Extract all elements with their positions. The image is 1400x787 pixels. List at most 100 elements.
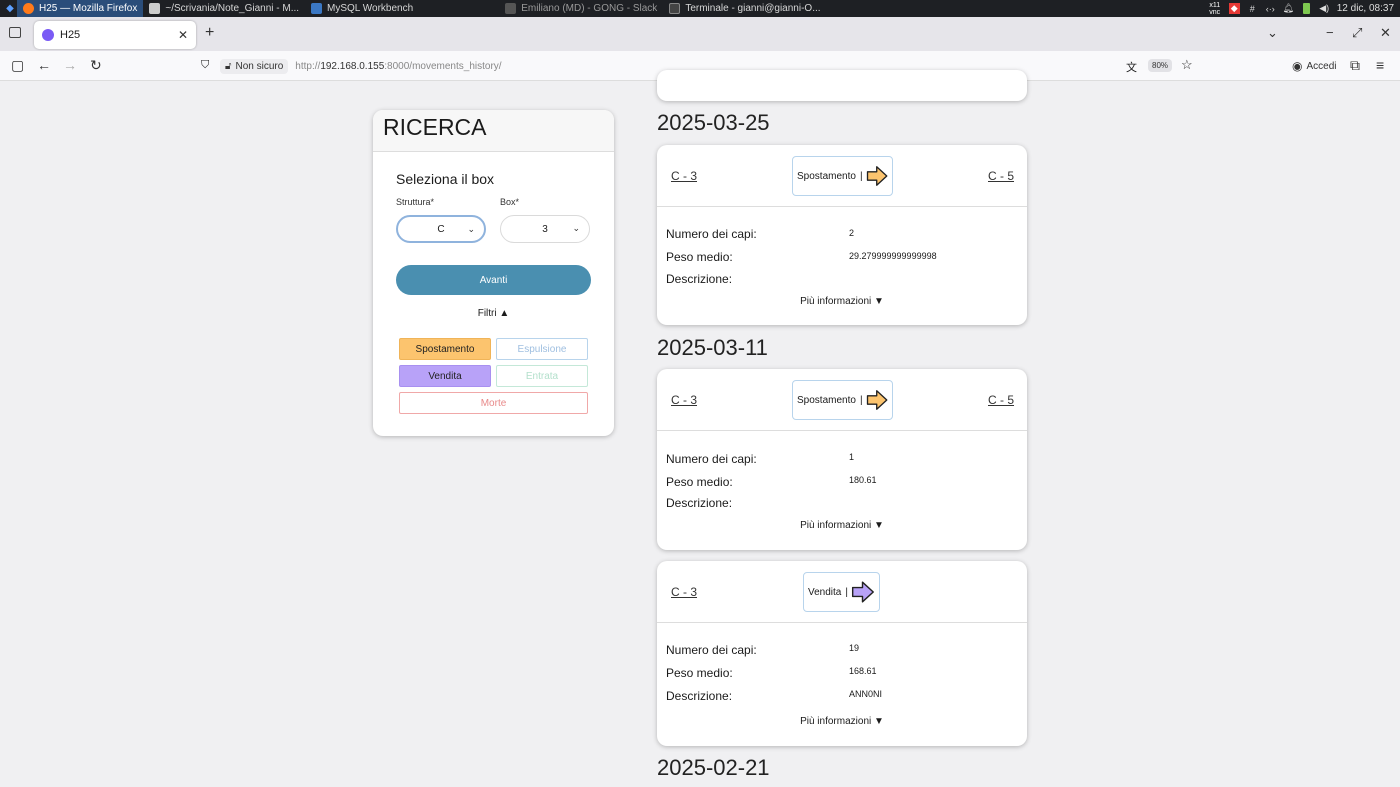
movement-card-previous <box>657 70 1027 101</box>
terminal-icon <box>669 3 681 14</box>
account-icon: ◉ <box>1292 59 1303 73</box>
maximize-window-icon[interactable]: ⤢ <box>1352 25 1362 41</box>
new-tab-icon[interactable]: + <box>205 24 214 42</box>
task-notes[interactable]: ~/Scrivania/Note_Gianni - M... <box>143 0 305 17</box>
volume-icon[interactable]: ◀︎) <box>1319 3 1330 14</box>
movement-card-header: C - 3 Spostamento | C - 5 <box>657 145 1027 207</box>
arrow-right-icon <box>866 166 887 186</box>
from-box-link[interactable]: C - 3 <box>671 585 697 599</box>
task-slack[interactable]: Emiliano (MD) - GONG - Slack <box>499 0 663 17</box>
movement-type-badge: Spostamento | <box>792 380 893 420</box>
firefox-icon <box>23 3 34 14</box>
peso-value: 180.61 <box>849 475 877 485</box>
filter-spostamento[interactable]: Spostamento <box>399 338 491 360</box>
peso-label: Peso medio: <box>666 250 733 264</box>
zoom-indicator[interactable]: 80% <box>1148 59 1173 72</box>
site-security-indicator[interactable]: 🔓︎ Non sicuro <box>220 58 289 74</box>
descrizione-label: Descrizione: <box>666 689 733 703</box>
clock[interactable]: 12 dic, 08:37 <box>1337 3 1394 14</box>
peso-value: 29.279999999999998 <box>849 251 937 261</box>
from-box-link[interactable]: C - 3 <box>671 169 697 183</box>
tracking-protection-icon[interactable]: ⛉ <box>201 59 209 72</box>
tab-h25[interactable]: H25 ✕ <box>34 21 196 49</box>
os-taskbar: ◆ H25 — Mozilla Firefox ~/Scrivania/Note… <box>0 0 1400 17</box>
more-info-toggle[interactable]: Più informazioni ▼ <box>657 296 1027 307</box>
close-tab-icon[interactable]: ✕ <box>178 28 188 42</box>
box-select[interactable]: 3 ⌄ <box>500 215 590 243</box>
task-firefox[interactable]: H25 — Mozilla Firefox <box>17 0 144 17</box>
mysql-workbench-icon <box>311 3 323 14</box>
battery-icon[interactable] <box>1301 3 1312 14</box>
chevron-down-icon: ⌄ <box>572 223 580 233</box>
arrow-right-icon <box>851 581 874 603</box>
movement-card: C - 3 Spostamento | C - 5 Numero dei capi… <box>657 369 1027 550</box>
notifications-icon[interactable]: 🔔︎ <box>1283 3 1294 14</box>
bookmark-star-icon[interactable]: ☆ <box>1181 57 1193 73</box>
numero-value: 19 <box>849 643 860 653</box>
struttura-label: Struttura* <box>396 197 435 207</box>
browser-tab-strip: H25 ✕ + ⌄ − ⤢ ✕ <box>0 17 1400 51</box>
numero-label: Numero dei capi: <box>666 227 757 241</box>
forward-icon[interactable]: → <box>63 57 77 73</box>
peso-label: Peso medio: <box>666 666 733 680</box>
filter-entrata[interactable]: Entrata <box>496 365 588 387</box>
numero-label: Numero dei capi: <box>666 452 757 466</box>
close-window-icon[interactable]: ✕ <box>1380 25 1391 41</box>
descrizione-label: Descrizione: <box>666 496 733 510</box>
url-text[interactable]: http://192.168.0.155:8000/movements_hist… <box>295 61 501 72</box>
tab-list-chevron-icon[interactable]: ⌄ <box>1267 25 1278 41</box>
to-box-link[interactable]: C - 5 <box>988 169 1014 183</box>
to-box-link[interactable]: C - 5 <box>988 393 1014 407</box>
network-icon[interactable]: ‹·› <box>1265 3 1276 14</box>
filter-morte[interactable]: Morte <box>399 392 588 414</box>
movement-card: C - 3 Spostamento | C - 5 Numero dei capi… <box>657 145 1027 325</box>
site-favicon-icon <box>42 29 54 41</box>
filters-toggle[interactable]: Filtri ▲ <box>373 308 614 319</box>
search-title: RICERCA <box>373 110 614 152</box>
editor-icon <box>149 3 161 14</box>
task-mysql-workbench[interactable]: MySQL Workbench <box>305 0 419 17</box>
descrizione-value: ANN0NI <box>849 689 883 699</box>
task-terminal[interactable]: Terminale - gianni@gianni-O... <box>663 0 826 17</box>
movement-card-header: C - 3 Spostamento | C - 5 <box>657 369 1027 431</box>
reload-icon[interactable]: ↻ <box>90 57 102 74</box>
minimize-window-icon[interactable]: − <box>1326 25 1334 40</box>
from-box-link[interactable]: C - 3 <box>671 393 697 407</box>
anydesk-icon[interactable]: ◆ <box>1228 3 1240 14</box>
select-box-heading: Seleziona il box <box>396 171 495 187</box>
movement-card: C - 3 Vendita | Numero dei capi: 19 Peso … <box>657 561 1027 746</box>
chevron-down-icon: ⌄ <box>467 224 475 234</box>
movement-card-header: C - 3 Vendita | <box>657 561 1027 623</box>
movement-type-badge: Vendita | <box>803 572 880 612</box>
box-label: Box* <box>500 197 520 207</box>
peso-value: 168.61 <box>849 666 877 676</box>
translate-icon[interactable]: 文 <box>1126 59 1137 75</box>
date-heading: 2025-03-25 <box>657 110 770 135</box>
tab-overview-icon[interactable] <box>9 27 21 38</box>
peso-label: Peso medio: <box>666 475 733 489</box>
filter-espulsione[interactable]: Espulsione <box>496 338 588 360</box>
numero-value: 1 <box>849 452 855 462</box>
avanti-button[interactable]: Avanti <box>396 265 591 295</box>
slack-icon <box>505 3 517 14</box>
more-info-toggle[interactable]: Più informazioni ▼ <box>657 716 1027 727</box>
date-heading: 2025-02-21 <box>657 755 770 780</box>
vnc-icon[interactable]: x11 vnc <box>1208 2 1222 16</box>
numero-label: Numero dei capi: <box>666 643 757 657</box>
system-tray: x11 vnc ◆ # ‹·› 🔔︎ ◀︎) 12 dic, 08:37 <box>1208 0 1394 17</box>
descrizione-label: Descrizione: <box>666 272 733 286</box>
tab-title: H25 <box>60 29 81 41</box>
search-card: RICERCA Seleziona il box Struttura* Box*… <box>373 110 614 436</box>
app-menu-icon[interactable]: ≡ <box>1376 57 1384 73</box>
back-icon[interactable]: ← <box>37 57 51 73</box>
filter-vendita[interactable]: Vendita <box>399 365 491 387</box>
sidebar-toggle-icon[interactable]: ▢ <box>11 57 24 74</box>
movement-type-badge: Spostamento | <box>792 156 893 196</box>
extensions-icon[interactable]: ⧉ <box>1350 57 1360 74</box>
date-heading: 2025-03-11 <box>657 335 768 360</box>
struttura-select[interactable]: C ⌄ <box>396 215 486 243</box>
more-info-toggle[interactable]: Più informazioni ▼ <box>657 520 1027 531</box>
sign-in-button[interactable]: ◉ Accedi <box>1286 55 1343 77</box>
slack-tray-icon[interactable]: # <box>1247 3 1258 14</box>
start-menu-icon[interactable]: ◆ <box>3 0 17 17</box>
